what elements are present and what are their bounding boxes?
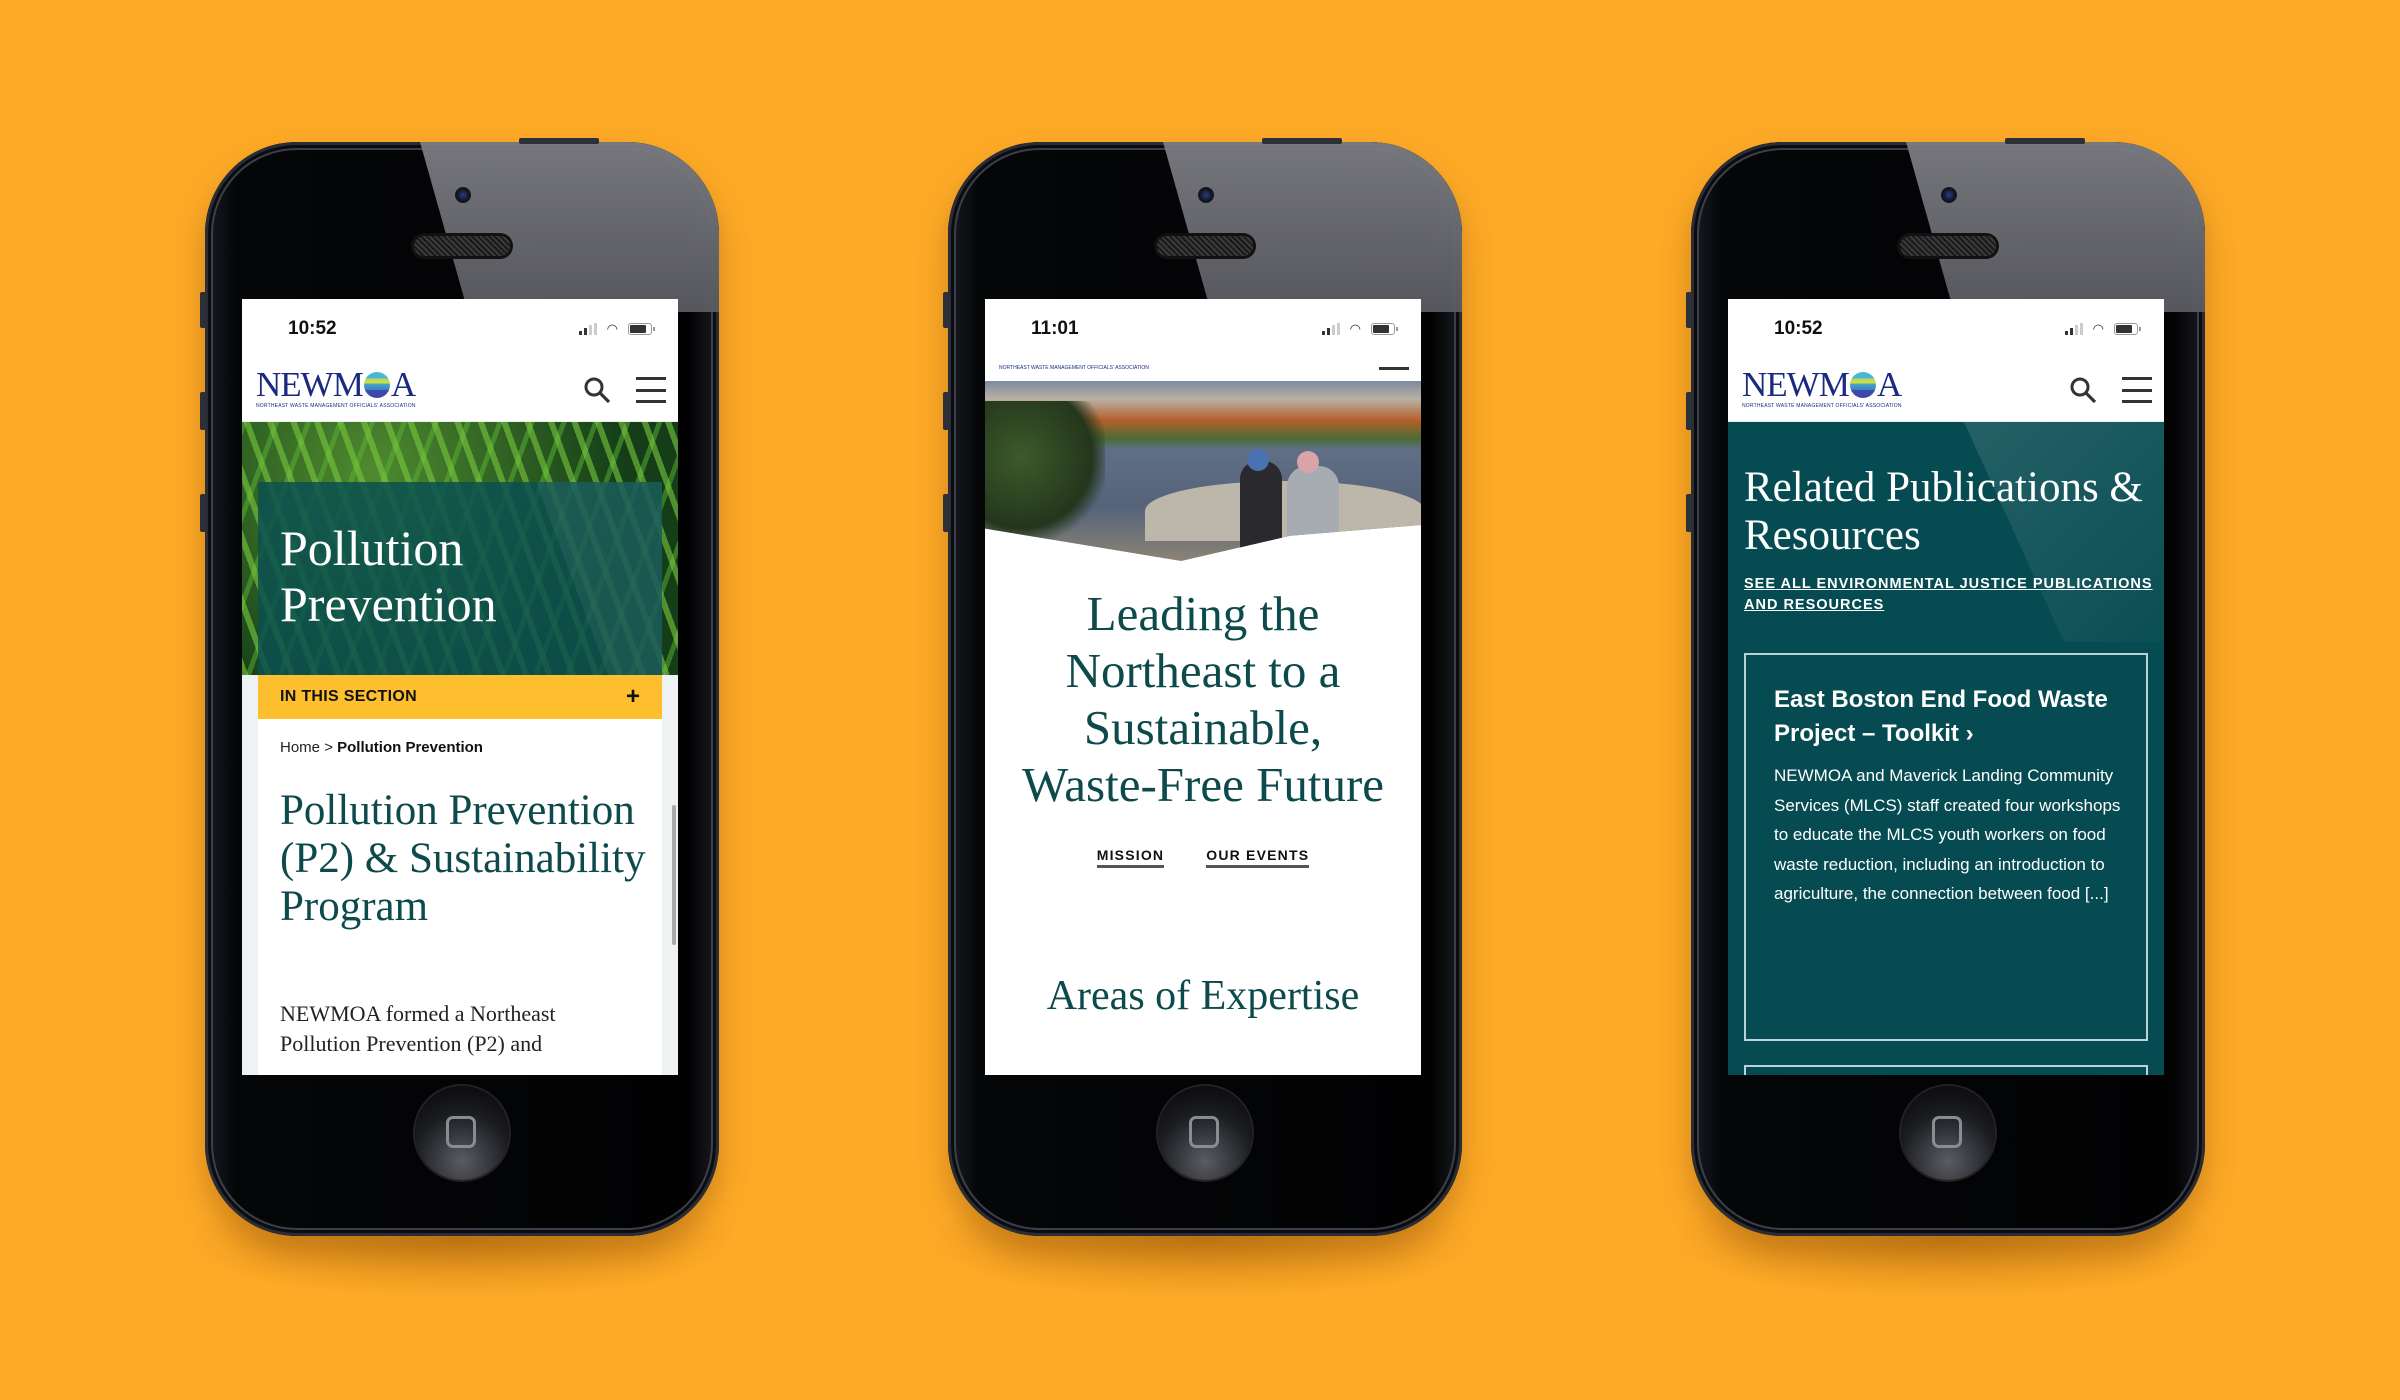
search-icon[interactable]	[582, 375, 612, 405]
status-bar: 10:52 ◠	[1728, 299, 2164, 357]
section-bar-label: IN THIS SECTION	[280, 688, 417, 705]
earpiece-speaker	[1157, 236, 1253, 256]
breadcrumb-current: Pollution Prevention	[337, 739, 483, 756]
mute-switch	[1686, 292, 1692, 328]
hamburger-menu-icon[interactable]	[1379, 367, 1409, 370]
logo-text-end: A	[1876, 365, 1902, 404]
breadcrumb: Home > Pollution Prevention	[280, 739, 483, 756]
plus-icon: +	[625, 683, 640, 710]
logo-globe-icon	[1849, 372, 1876, 398]
mute-switch	[943, 292, 949, 328]
phone-publications: 10:52 ◠ NEWM A NORTHEAST WASTE MANAGEMENT…	[1686, 138, 2205, 1236]
body-text-line: NEWMOA formed a Northeast	[280, 1001, 556, 1026]
logo-tagline: NORTHEAST WASTE MANAGEMENT OFFICIALS' AS…	[1742, 403, 1902, 409]
home-square-icon	[446, 1116, 476, 1148]
search-icon[interactable]	[2068, 375, 2098, 405]
front-camera	[1941, 187, 1957, 203]
battery-icon	[2114, 323, 2141, 335]
mission-link[interactable]: MISSION	[1096, 847, 1165, 868]
site-header: NEWM A NORTHEAST WASTE MANAGEMENT OFFICIA…	[1728, 357, 2164, 422]
logo-globe-icon	[363, 372, 390, 398]
in-this-section-toggle[interactable]: IN THIS SECTION +	[258, 675, 662, 719]
breadcrumb-separator: >	[324, 739, 333, 756]
content-area: Home > Pollution Prevention Pollution Pr…	[242, 675, 678, 1075]
signal-icon	[1321, 323, 1340, 335]
publication-card[interactable]	[1744, 1065, 2148, 1075]
volume-down-button	[943, 494, 949, 532]
section-title: Related Publications & Resources	[1744, 464, 2143, 559]
mute-switch	[200, 292, 206, 328]
hamburger-menu-icon[interactable]	[2122, 377, 2152, 403]
newmoa-logo[interactable]: NEWM A NORTHEAST WASTE MANAGEMENT OFFICIA…	[256, 365, 416, 409]
power-button	[1262, 138, 1342, 144]
logo-text-end: A	[390, 365, 416, 404]
wifi-icon: ◠	[1349, 321, 1361, 336]
signal-icon	[2064, 323, 2083, 335]
site-header: NEWM A NORTHEAST WASTE MANAGEMENT OFFICIA…	[242, 357, 678, 422]
home-button	[1901, 1086, 1995, 1180]
volume-up-button	[1686, 392, 1692, 430]
status-bar: 10:52 ◠	[242, 299, 678, 357]
volume-down-button	[1686, 494, 1692, 532]
site-header-scrolled: NORTHEAST WASTE MANAGEMENT OFFICIALS' AS…	[985, 357, 1421, 381]
publication-card-title[interactable]: East Boston End Food Waste Project – Too…	[1774, 683, 2134, 751]
volume-down-button	[200, 494, 206, 532]
status-bar: 11:01 ◠	[985, 299, 1421, 357]
body-text: NEWMOA formed a Northeast Pollution Prev…	[280, 999, 650, 1059]
areas-of-expertise-heading: Areas of Expertise	[1046, 973, 1360, 1019]
home-button	[1158, 1086, 1252, 1180]
hero-image-grass: Pollution Prevention	[242, 422, 678, 675]
volume-up-button	[943, 392, 949, 430]
screen: 10:52 ◠ NEWM A NORTHEAST WASTE MANAGEMENT…	[242, 299, 678, 1075]
screen: 10:52 ◠ NEWM A NORTHEAST WASTE MANAGEMENT…	[1728, 299, 2164, 1075]
power-button	[519, 138, 599, 144]
hero-title: Leading the Northeast to a Sustainable, …	[1021, 586, 1385, 812]
our-events-link[interactable]: OUR EVENTS	[1206, 847, 1310, 868]
home-square-icon	[1932, 1116, 1962, 1148]
front-camera	[1198, 187, 1214, 203]
scrollbar[interactable]	[672, 805, 676, 945]
signal-icon	[578, 323, 597, 335]
screen: 11:01 ◠ NORTHEAST WASTE MANAGEMENT OFFIC…	[985, 299, 1421, 1075]
volume-up-button	[200, 392, 206, 430]
breadcrumb-home[interactable]: Home	[280, 739, 320, 756]
earpiece-speaker	[1900, 236, 1996, 256]
wifi-icon: ◠	[2092, 321, 2104, 336]
status-time: 11:01	[1031, 318, 1079, 339]
home-button	[415, 1086, 509, 1180]
phone-homepage: 11:01 ◠ NORTHEAST WASTE MANAGEMENT OFFIC…	[943, 138, 1462, 1236]
battery-icon	[1371, 323, 1398, 335]
earpiece-speaker	[414, 236, 510, 256]
hero-links: MISSION OUR EVENTS	[985, 847, 1421, 868]
hero-image-lake	[985, 381, 1421, 561]
status-time: 10:52	[288, 318, 337, 339]
logo-text: NEWM	[256, 365, 364, 404]
logo-tagline: NORTHEAST WASTE MANAGEMENT OFFICIALS' AS…	[999, 365, 1149, 371]
battery-icon	[628, 323, 655, 335]
body-text-line: Pollution Prevention (P2) and	[280, 1031, 543, 1056]
hero-title: Pollution Prevention	[280, 520, 497, 632]
newmoa-logo[interactable]: NEWM A NORTHEAST WASTE MANAGEMENT OFFICIA…	[1742, 365, 1902, 409]
publication-card-body: NEWMOA and Maverick Landing Community Se…	[1774, 766, 2121, 903]
power-button	[2005, 138, 2085, 144]
wifi-icon: ◠	[606, 321, 618, 336]
logo-text: NEWM	[1742, 365, 1850, 404]
phone-pollution-prevention: 10:52 ◠ NEWM A NORTHEAST WASTE MANAGEMENT…	[200, 138, 719, 1236]
publications-section: Related Publications & Resources SEE ALL…	[1728, 422, 2164, 1075]
logo-tagline: NORTHEAST WASTE MANAGEMENT OFFICIALS' AS…	[256, 403, 416, 409]
hamburger-menu-icon[interactable]	[636, 377, 666, 403]
status-time: 10:52	[1774, 318, 1823, 339]
hero-overlay: Pollution Prevention	[258, 482, 662, 675]
page-title: Pollution Prevention (P2) & Sustainabili…	[280, 787, 646, 930]
publication-card[interactable]: East Boston End Food Waste Project – Too…	[1744, 653, 2148, 1041]
see-all-publications-link[interactable]: SEE ALL ENVIRONMENTAL JUSTICE PUBLICATIO…	[1744, 574, 2154, 616]
home-square-icon	[1189, 1116, 1219, 1148]
front-camera	[455, 187, 471, 203]
